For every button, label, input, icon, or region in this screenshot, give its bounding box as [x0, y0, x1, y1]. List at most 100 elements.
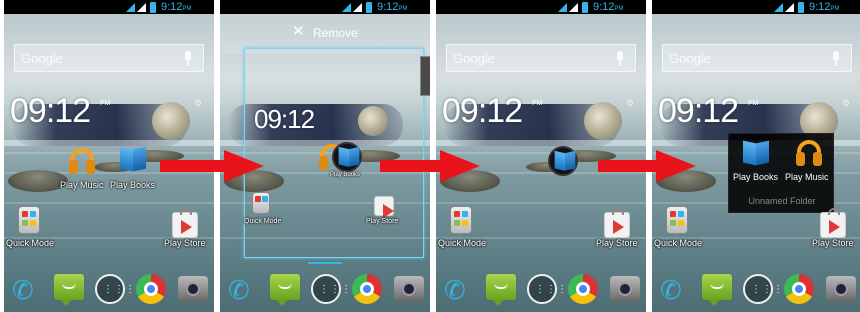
google-search-bar[interactable]: Google: [14, 44, 204, 72]
folder-popup: Play Books Play Music Unnamed Folder: [728, 133, 834, 213]
battery-icon: [150, 2, 156, 13]
search-placeholder: Google: [453, 51, 495, 66]
page-indicator: [308, 262, 342, 264]
app-drawer-icon[interactable]: ⋮⋮⋮: [95, 274, 135, 304]
play-books-label: Play Books: [110, 180, 156, 190]
play-music-label: Play Music: [60, 180, 104, 190]
clock-ampm: PM: [748, 100, 759, 107]
play-store-label: Play Store: [164, 238, 206, 248]
search-placeholder: Google: [669, 51, 711, 66]
moon-image: [584, 102, 622, 140]
messaging-icon[interactable]: [54, 274, 84, 306]
gear-icon[interactable]: ⚙: [194, 98, 202, 109]
play-store-icon[interactable]: [820, 208, 846, 238]
play-books-icon[interactable]: [120, 144, 146, 172]
chrome-icon[interactable]: [568, 274, 598, 304]
messaging-icon[interactable]: [270, 274, 300, 306]
play-books-icon[interactable]: [743, 138, 769, 166]
folder-icon[interactable]: [548, 146, 578, 176]
play-store-icon[interactable]: [172, 208, 198, 238]
signal-icon: [137, 3, 146, 12]
folder-item-label[interactable]: Play Music: [785, 172, 829, 182]
arrow-head: [656, 150, 696, 182]
quick-mode-icon[interactable]: [666, 206, 688, 234]
wallpaper-horizon: [4, 140, 214, 146]
quick-mode-label: Quick Mode: [244, 218, 282, 225]
adjacent-page-preview[interactable]: [420, 56, 430, 96]
quick-mode-label: Quick Mode: [6, 238, 55, 248]
dragged-play-books-icon[interactable]: [332, 142, 362, 172]
app-drawer-icon[interactable]: ⋮⋮⋮: [311, 274, 351, 304]
quick-mode-icon[interactable]: [252, 192, 270, 214]
signal-icon: [126, 3, 135, 12]
signal-icon: [785, 3, 794, 12]
status-bar: 9:12PM: [436, 0, 646, 14]
gear-icon[interactable]: ⚙: [626, 98, 634, 109]
moon-image: [152, 102, 190, 140]
chrome-icon[interactable]: [136, 274, 166, 304]
phone-icon[interactable]: ✆: [228, 276, 250, 304]
play-music-icon[interactable]: [68, 148, 96, 174]
camera-icon[interactable]: [178, 276, 208, 302]
screen-1-home: 9:12PM Google 09:12 PM ⚙ Play Music Play…: [4, 0, 214, 312]
arrow-head: [440, 150, 480, 182]
step-arrow: [598, 160, 662, 172]
gear-icon[interactable]: ⚙: [842, 98, 850, 109]
folder-name-field[interactable]: Unnamed Folder: [729, 196, 835, 206]
chrome-icon[interactable]: [784, 274, 814, 304]
mic-icon[interactable]: [185, 51, 191, 66]
search-placeholder: Google: [21, 51, 63, 66]
quick-mode-label: Quick Mode: [654, 238, 703, 248]
status-time: 9:12PM: [809, 1, 840, 13]
wallpaper-stone: [8, 170, 68, 192]
play-music-icon[interactable]: [795, 140, 823, 166]
wallpaper-horizon: [436, 140, 646, 146]
play-store-icon[interactable]: [374, 196, 394, 218]
play-store-icon[interactable]: [604, 208, 630, 238]
quick-mode-icon[interactable]: [450, 206, 472, 234]
signal-icon: [569, 3, 578, 12]
messaging-icon[interactable]: [486, 274, 516, 306]
google-search-bar[interactable]: Google: [662, 44, 852, 72]
chrome-icon[interactable]: [352, 274, 382, 304]
clock-widget[interactable]: 09:12: [10, 92, 91, 131]
camera-icon[interactable]: [610, 276, 640, 302]
battery-icon: [798, 2, 804, 13]
battery-icon: [366, 2, 372, 13]
dock: ✆ ⋮⋮⋮: [436, 270, 646, 312]
dock: ✆ ⋮⋮⋮: [220, 270, 430, 312]
phone-icon[interactable]: ✆: [12, 276, 34, 304]
camera-icon[interactable]: [826, 276, 856, 302]
clock-widget[interactable]: 09:12: [658, 92, 739, 131]
mic-icon[interactable]: [833, 51, 839, 66]
step-arrow: [380, 160, 446, 172]
quick-mode-icon[interactable]: [18, 206, 40, 234]
app-drawer-icon[interactable]: ⋮⋮⋮: [743, 274, 783, 304]
battery-icon: [582, 2, 588, 13]
status-bar: 9:12PM: [652, 0, 860, 14]
status-bar: 9:12PM: [4, 0, 214, 14]
mic-icon[interactable]: [617, 51, 623, 66]
clock-widget[interactable]: 09:12: [442, 92, 523, 131]
phone-icon[interactable]: ✆: [444, 276, 466, 304]
clock-ampm: PM: [532, 100, 543, 107]
phone-icon[interactable]: ✆: [660, 276, 682, 304]
dock: ✆ ⋮⋮⋮: [4, 270, 214, 312]
camera-icon[interactable]: [394, 276, 424, 302]
messaging-icon[interactable]: [702, 274, 732, 306]
quick-mode-label: Quick Mode: [438, 238, 487, 248]
status-bar: 9:12PM: [220, 0, 430, 14]
google-search-bar[interactable]: Google: [446, 44, 636, 72]
status-time: 9:12PM: [161, 1, 192, 13]
status-time: 9:12PM: [593, 1, 624, 13]
play-store-label: Play Store: [812, 238, 854, 248]
arrow-head: [224, 150, 264, 182]
signal-icon: [558, 3, 567, 12]
close-icon: ✕: [292, 23, 305, 40]
remove-label: Remove: [313, 26, 358, 40]
app-drawer-icon[interactable]: ⋮⋮⋮: [527, 274, 567, 304]
signal-icon: [774, 3, 783, 12]
folder-item-label[interactable]: Play Books: [733, 172, 778, 182]
clock-widget[interactable]: 09:12: [254, 104, 315, 135]
signal-icon: [353, 3, 362, 12]
